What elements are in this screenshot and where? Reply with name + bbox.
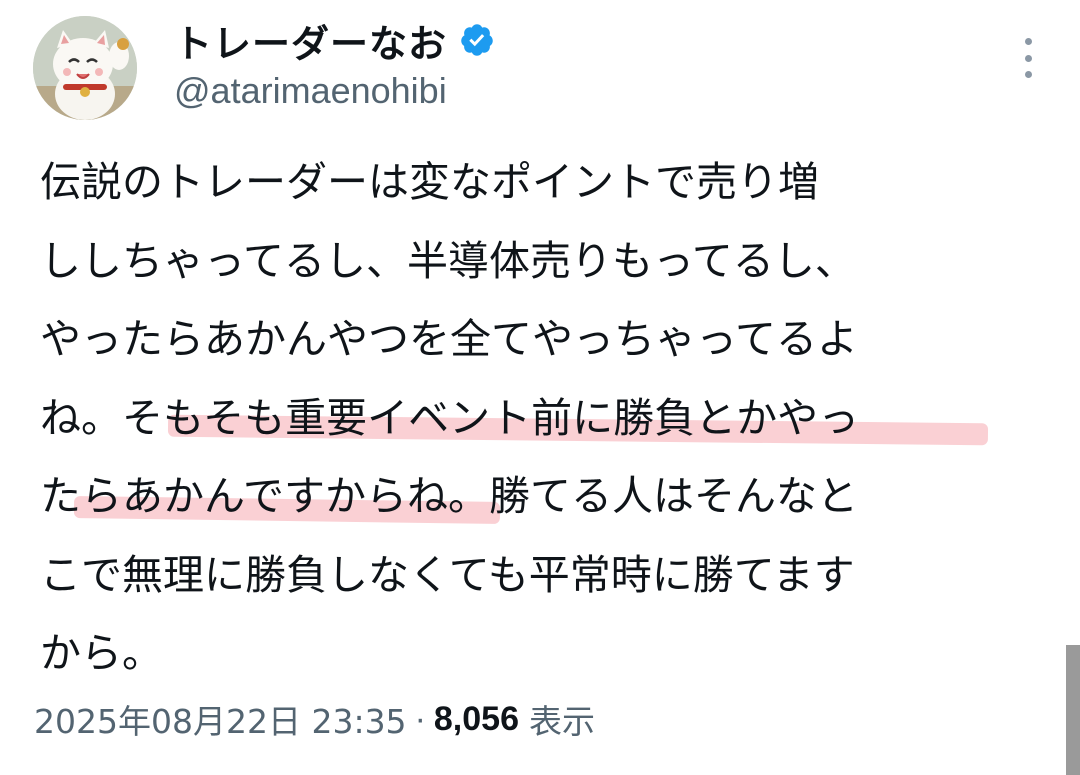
tweet-line: 伝説のトレーダーは変なポイントで売り増 (40, 143, 1040, 222)
tweet-line: たらあかんですからね。勝てる人はそんなと (40, 457, 1040, 536)
tweet-line-text: やったらあかんやつを全てやっちゃってるよ (40, 315, 858, 363)
more-options-icon[interactable] (1010, 38, 1046, 78)
tweet-line: ね。そもそも重要イベント前に勝負とかやっ (40, 379, 1040, 458)
tweet-line-text: たらあかんですからね。勝てる人はそんなと (40, 472, 858, 520)
tweet-text: 伝説のトレーダーは変なポイントで売り増 ししちゃってるし、半導体売りもってるし、… (40, 143, 1040, 693)
tweet-line: から。 (40, 614, 1040, 693)
tweet-line-text: こで無理に勝負しなくても平常時に勝てます (40, 550, 855, 599)
tweet-timestamp[interactable]: 2025年08月22日 23:35 (34, 695, 407, 743)
author-name-row[interactable]: トレーダーなお (174, 14, 495, 66)
scrollbar[interactable] (1066, 645, 1080, 775)
display-name[interactable]: トレーダーなお (174, 13, 447, 68)
views-count: 8,056 (433, 699, 519, 738)
dot (1024, 38, 1032, 45)
tweet-line-text: から。 (40, 629, 163, 677)
tweet-line-text: 伝説のトレーダーは変なポイントで売り増 (40, 158, 819, 206)
author-handle[interactable]: @atarimaenohibi (174, 70, 447, 112)
dot (1024, 71, 1032, 78)
avatar[interactable] (33, 16, 137, 120)
verified-badge-icon (461, 24, 493, 56)
tweet-line: ししちゃってるし、半導体売りもってるし、 (40, 222, 1040, 301)
tweet-line-text: ね。そもそも重要イベント前に勝負とかやっ (40, 393, 860, 442)
tweet-meta: 2025年08月22日 23:35 · 8,056 表示 (34, 694, 595, 744)
maneki-neko-avatar-icon (33, 16, 137, 120)
tweet-line: やったらあかんやつを全てやっちゃってるよ (40, 300, 1040, 379)
tweet-line: こで無理に勝負しなくても平常時に勝てます (40, 536, 1040, 615)
tweet-line-text: ししちゃってるし、半導体売りもってるし、 (40, 236, 856, 285)
meta-separator: · (414, 699, 426, 738)
dot (1024, 54, 1032, 62)
views-label: 表示 (528, 702, 595, 741)
